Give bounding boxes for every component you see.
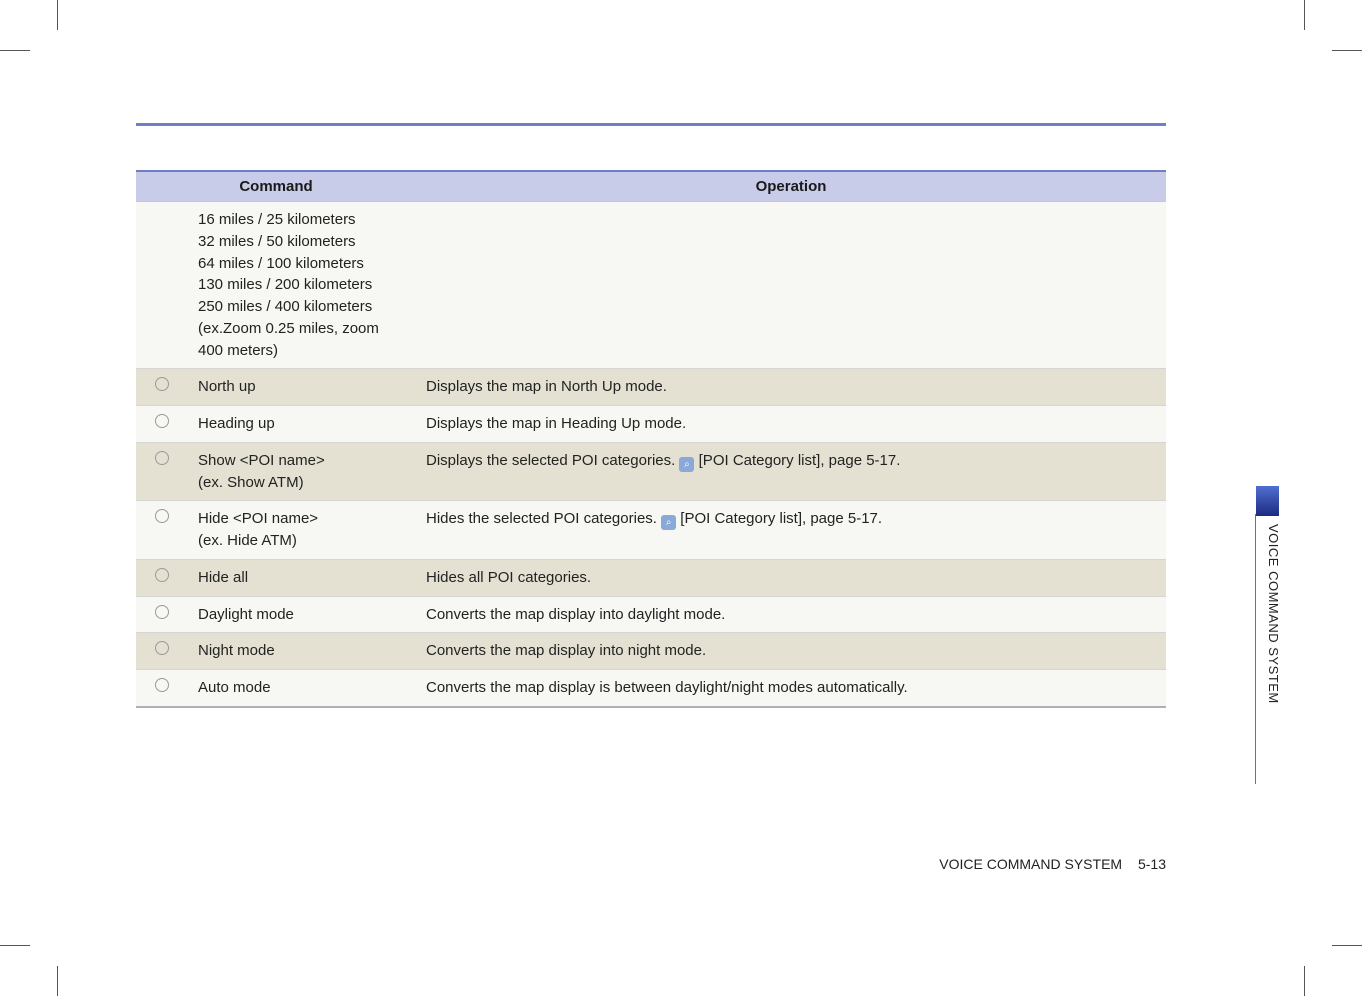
operation-text: Hides the selected POI categories. <box>426 510 661 527</box>
command-cell: Daylight mode <box>188 596 416 633</box>
column-header-operation: Operation <box>416 171 1166 202</box>
circle-bullet-icon <box>155 678 169 692</box>
table-row: Hide <POI name> (ex. Hide ATM)Hides the … <box>136 501 1166 560</box>
circle-bullet-icon <box>155 377 169 391</box>
operation-cell: Converts the map display is between dayl… <box>416 670 1166 707</box>
circle-bullet-icon <box>155 451 169 465</box>
operation-cell: Displays the map in North Up mode. <box>416 369 1166 406</box>
section-tab-marker <box>1256 486 1279 516</box>
crop-mark <box>57 0 58 30</box>
crop-mark <box>1304 0 1305 30</box>
footer-section: VOICE COMMAND SYSTEM <box>939 856 1122 872</box>
command-cell: Heading up <box>188 406 416 443</box>
row-marker-cell <box>136 559 188 596</box>
command-cell: 16 miles / 25 kilometers 32 miles / 50 k… <box>188 202 416 369</box>
reference-icon: ⌕ <box>679 457 694 472</box>
row-marker-cell <box>136 670 188 707</box>
crop-mark <box>0 50 30 51</box>
table-row: Hide allHides all POI categories. <box>136 559 1166 596</box>
command-cell: Show <POI name> (ex. Show ATM) <box>188 442 416 501</box>
circle-bullet-icon <box>155 568 169 582</box>
operation-cell: Displays the selected POI categories. ⌕ … <box>416 442 1166 501</box>
command-cell: Night mode <box>188 633 416 670</box>
row-marker-cell <box>136 442 188 501</box>
row-marker-cell <box>136 369 188 406</box>
operation-text: Displays the selected POI categories. <box>426 452 679 469</box>
circle-bullet-icon <box>155 414 169 428</box>
content-area: Command Operation 16 miles / 25 kilomete… <box>136 170 1166 708</box>
section-tab-label: VOICE COMMAND SYSTEM <box>1255 514 1281 784</box>
table-row: Show <POI name> (ex. Show ATM)Displays t… <box>136 442 1166 501</box>
command-cell: North up <box>188 369 416 406</box>
header-rule <box>136 123 1166 126</box>
operation-cell: Displays the map in Heading Up mode. <box>416 406 1166 443</box>
operation-cell: Hides the selected POI categories. ⌕ [PO… <box>416 501 1166 560</box>
command-cell: Auto mode <box>188 670 416 707</box>
reference-text: [POI Category list], page 5-17. <box>680 510 882 527</box>
page-footer: VOICE COMMAND SYSTEM 5-13 <box>939 856 1166 872</box>
operation-cell: Converts the map display into night mode… <box>416 633 1166 670</box>
operation-cell: Hides all POI categories. <box>416 559 1166 596</box>
table-row: Daylight modeConverts the map display in… <box>136 596 1166 633</box>
reference-icon: ⌕ <box>661 515 676 530</box>
crop-mark <box>1332 945 1362 946</box>
operation-cell: Converts the map display into daylight m… <box>416 596 1166 633</box>
table-row: Heading upDisplays the map in Heading Up… <box>136 406 1166 443</box>
circle-bullet-icon <box>155 509 169 523</box>
table-row: North upDisplays the map in North Up mod… <box>136 369 1166 406</box>
row-marker-cell <box>136 633 188 670</box>
command-cell: Hide <POI name> (ex. Hide ATM) <box>188 501 416 560</box>
row-marker-cell <box>136 501 188 560</box>
crop-mark <box>0 945 30 946</box>
column-header-command: Command <box>136 171 416 202</box>
reference-text: [POI Category list], page 5-17. <box>699 452 901 469</box>
crop-mark <box>1304 966 1305 996</box>
command-table: Command Operation 16 miles / 25 kilomete… <box>136 170 1166 708</box>
row-marker-cell <box>136 406 188 443</box>
crop-mark <box>1332 50 1362 51</box>
footer-page-number: 5-13 <box>1138 856 1166 872</box>
section-tab: VOICE COMMAND SYSTEM <box>1256 486 1279 776</box>
table-row: 16 miles / 25 kilometers 32 miles / 50 k… <box>136 202 1166 369</box>
row-marker-cell <box>136 596 188 633</box>
table-row: Night modeConverts the map display into … <box>136 633 1166 670</box>
operation-cell <box>416 202 1166 369</box>
command-cell: Hide all <box>188 559 416 596</box>
row-marker-cell <box>136 202 188 369</box>
circle-bullet-icon <box>155 641 169 655</box>
table-row: Auto modeConverts the map display is bet… <box>136 670 1166 707</box>
circle-bullet-icon <box>155 605 169 619</box>
crop-mark <box>57 966 58 996</box>
